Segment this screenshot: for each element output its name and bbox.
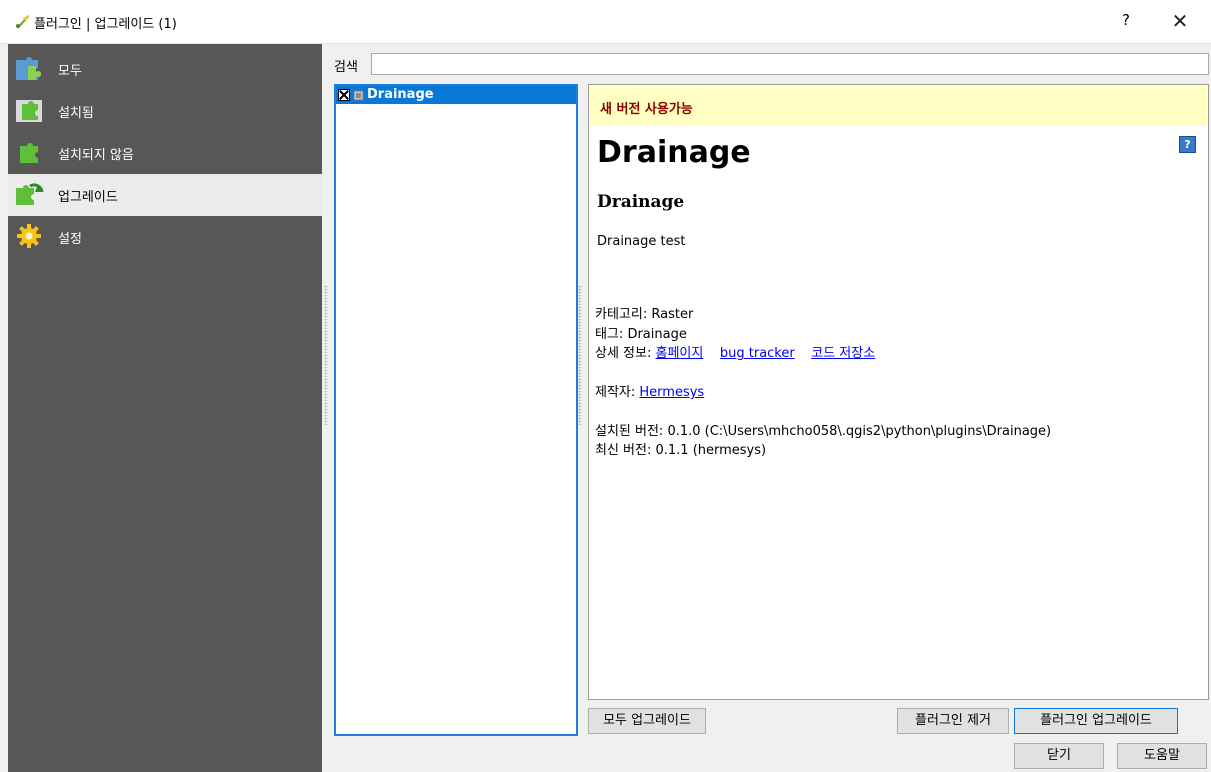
homepage-link[interactable]: 홈페이지 [656, 346, 704, 361]
sidebar-item-not-installed[interactable]: 설치되지 않음 [8, 132, 322, 174]
latest-version: 최신 버전: 0.1.1 (hermesys) [595, 443, 767, 458]
puzzle-upgrade-icon [16, 183, 44, 205]
sidebar-item-installed[interactable]: 설치됨 [8, 90, 322, 132]
sidebar-item-label: 설정 [58, 232, 82, 247]
plugin-details: 새 버전 사용가능 ? Drainage Drainage Drainage t… [588, 84, 1209, 700]
help-icon[interactable]: ? [1179, 136, 1196, 153]
bug-tracker-link[interactable]: bug tracker [720, 346, 795, 361]
author-label: 제작자: [595, 385, 636, 400]
sidebar-item-all[interactable]: 모두 [8, 48, 322, 90]
sidebar-item-upgrade[interactable]: 업그레이드 [8, 174, 322, 216]
code-repository-link[interactable]: 코드 저장소 [811, 346, 875, 361]
author-line: 제작자: Hermesys [595, 381, 704, 400]
sidebar: 모두 설치됨 설치되지 않음 업그레이드 설정 [8, 44, 322, 772]
upgrade-all-button[interactable]: 모두 업그레이드 [588, 708, 706, 734]
close-icon[interactable]: ✕ [1168, 9, 1192, 33]
puzzle-all-icon [16, 57, 42, 80]
title-bar: 플러그인 | 업그레이드 (1) ? ✕ [0, 0, 1211, 44]
plugin-description: Drainage test [597, 234, 686, 249]
sidebar-item-label: 모두 [58, 64, 82, 79]
window-title: 플러그인 | 업그레이드 (1) [34, 17, 177, 32]
plugin-subtitle: Drainage [597, 192, 685, 212]
sidebar-item-label: 설치되지 않음 [58, 148, 134, 163]
sidebar-item-settings[interactable]: 설정 [8, 216, 322, 258]
puzzle-installed-icon [16, 100, 42, 122]
sidebar-item-label: 업그레이드 [58, 190, 118, 205]
uninstall-plugin-button[interactable]: 플러그인 제거 [897, 708, 1009, 734]
search-label: 검색 [334, 60, 358, 75]
plugin-title: Drainage [597, 135, 751, 170]
puzzle-not-installed-icon [20, 143, 38, 163]
tags-label: 태그: [595, 327, 624, 342]
list-item-name: Drainage [367, 87, 434, 102]
tags-value: Drainage [627, 327, 687, 342]
search-input[interactable] [371, 53, 1209, 75]
category-label: 카테고리: [595, 307, 648, 322]
gear-icon [17, 224, 41, 248]
help-button[interactable]: ? [1116, 11, 1136, 29]
upgrade-plugin-button[interactable]: 플러그인 업그레이드 [1014, 708, 1178, 734]
list-item[interactable]: Drainage [336, 86, 576, 104]
category-value: Raster [651, 307, 694, 322]
help-dialog-button[interactable]: 도움말 [1117, 743, 1207, 769]
more-info-line: 상세 정보: 홈페이지 bug tracker 코드 저장소 [595, 342, 875, 361]
sidebar-item-label: 설치됨 [58, 106, 94, 121]
installed-version: 설치된 버전: 0.1.0 (C:\Users\mhcho058\.qgis2\… [595, 424, 1052, 439]
tags-line: 태그: Drainage [595, 323, 687, 342]
qgis-plugin-icon [16, 15, 29, 28]
splitter-handle[interactable] [324, 285, 328, 425]
plugin-icon [353, 90, 364, 101]
checkbox[interactable] [338, 89, 350, 101]
category-line: 카테고리: Raster [595, 303, 693, 322]
more-info-label: 상세 정보: [595, 346, 652, 361]
update-banner-text: 새 버전 사용가능 [600, 102, 693, 117]
author-link[interactable]: Hermesys [639, 385, 704, 400]
splitter-handle[interactable] [578, 285, 582, 425]
update-banner: 새 버전 사용가능 [590, 86, 1207, 126]
plugin-list[interactable]: Drainage [334, 84, 578, 736]
close-button[interactable]: 닫기 [1014, 743, 1104, 769]
